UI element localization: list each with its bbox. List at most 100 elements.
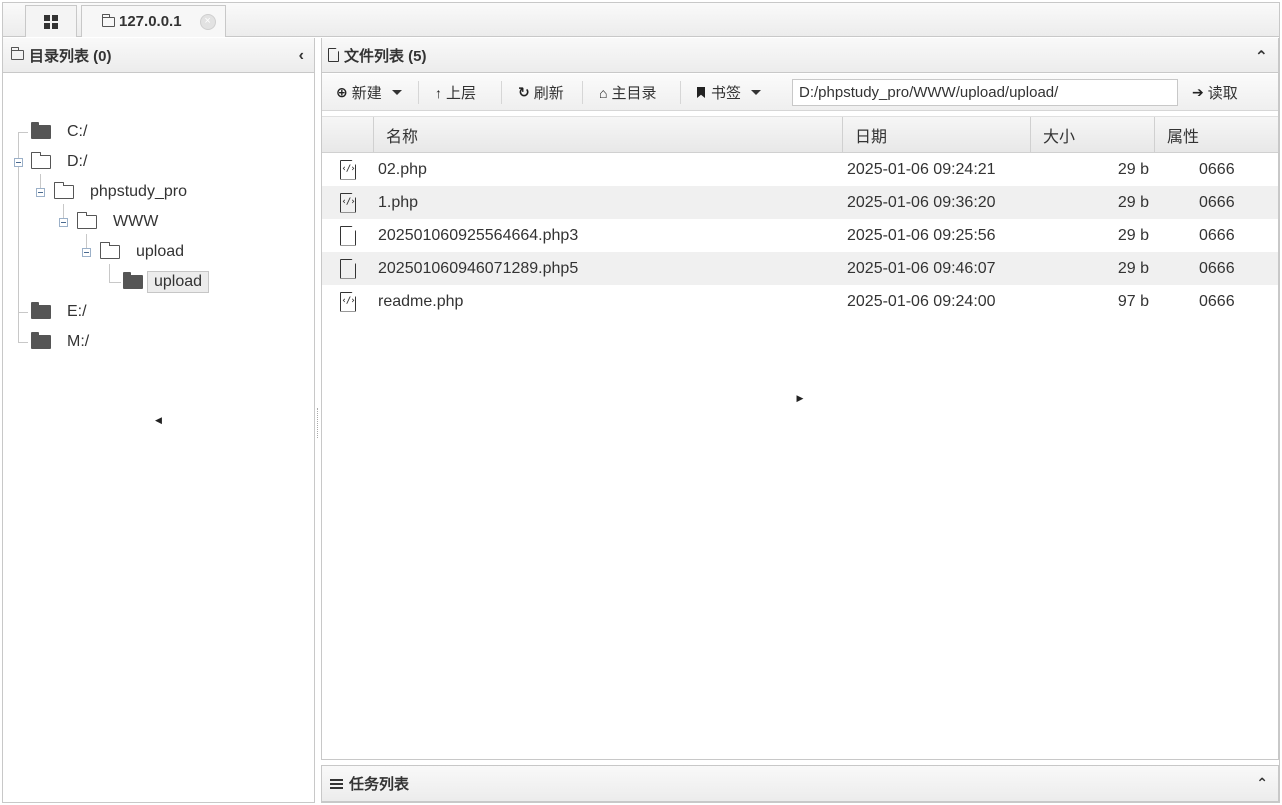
collapse-file-panel-button[interactable]: ⌃ (1255, 47, 1268, 67)
collapse-left-button[interactable]: ‹ (299, 47, 304, 65)
folder-open-icon (100, 242, 120, 259)
column-attributes[interactable]: 属性 (1155, 117, 1278, 153)
task-panel-title: 任务列表 (349, 776, 410, 793)
table-row[interactable]: readme.php 2025-01-06 09:24:00 97 b 0666 (322, 285, 1278, 318)
arrow-right-icon: ➔ (1192, 84, 1204, 100)
code-file-icon (340, 192, 356, 213)
table-row[interactable]: 02.php 2025-01-06 09:24:21 29 b 0666 (322, 153, 1278, 186)
folder-open-icon (77, 212, 97, 229)
file-toolbar: ⊕ 新建 ↑ 上层 ↻ 刷新 ⌂ 主目录 书签 D:/phpstudy_pro/… (322, 74, 1278, 111)
column-icon (322, 117, 374, 153)
tree-item-d[interactable]: D:/ (31, 147, 93, 177)
tab-host[interactable]: 127.0.0.1 × (81, 5, 226, 37)
tree-toggle-phpstudy[interactable] (36, 188, 45, 197)
file-perm: 0666 (1199, 226, 1235, 244)
expand-task-panel-button[interactable]: ⌃ (1256, 775, 1268, 792)
refresh-button[interactable]: ↻ 刷新 (518, 74, 564, 111)
tree-toggle-d[interactable] (14, 158, 23, 167)
read-button[interactable]: ➔ 读取 (1192, 74, 1238, 111)
file-perm: 0666 (1199, 160, 1235, 178)
bookmark-button-label: 书签 (711, 85, 742, 102)
chevron-down-icon (391, 90, 402, 95)
tab-home[interactable] (25, 5, 77, 37)
file-name: 1.php (378, 193, 419, 211)
chevron-down-icon (751, 90, 762, 95)
column-name[interactable]: 名称 (374, 117, 843, 153)
file-table: 名称 日期 大小 属性 02.php 2025-01-06 09:24:21 2… (322, 116, 1278, 318)
folder-open-icon (54, 182, 74, 199)
tree-item-www[interactable]: WWW (77, 207, 164, 237)
file-size: 29 b (1117, 160, 1149, 178)
folder-icon (123, 272, 143, 289)
path-input[interactable] (792, 79, 1178, 106)
folder-icon (31, 122, 51, 139)
tab-host-label: 127.0.0.1 (119, 13, 182, 30)
tree-item-label: WWW (113, 213, 159, 230)
refresh-button-label: 刷新 (533, 85, 564, 102)
bookmark-button[interactable]: 书签 (697, 74, 762, 111)
file-icon (340, 258, 356, 279)
home-dir-button-label: 主目录 (611, 85, 657, 102)
new-button-label: 新建 (351, 85, 382, 102)
folder-icon (102, 13, 115, 27)
file-table-header: 名称 日期 大小 属性 (322, 116, 1278, 153)
file-name: 02.php (378, 160, 427, 178)
tree-item-label-selected: upload (147, 271, 210, 293)
file-date: 2025-01-06 09:36:20 (847, 193, 996, 211)
file-perm: 0666 (1199, 259, 1235, 277)
file-icon (328, 48, 339, 62)
new-button[interactable]: ⊕ 新建 (336, 74, 402, 111)
home-dir-button[interactable]: ⌂ 主目录 (599, 74, 656, 111)
tab-bar: ◀ 127.0.0.1 × ▶ (3, 3, 1279, 803)
folder-open-icon (31, 152, 51, 169)
task-panel-header[interactable]: 任务列表 ⌃ (321, 765, 1279, 802)
tree-item-m[interactable]: M:/ (31, 327, 95, 357)
file-date: 2025-01-06 09:25:56 (847, 226, 996, 244)
directory-panel-header: 目录列表 (0) ‹ (3, 38, 314, 73)
plus-circle-icon: ⊕ (336, 84, 348, 100)
tree-toggle-www[interactable] (59, 218, 68, 227)
file-date: 2025-01-06 09:24:21 (847, 160, 996, 178)
directory-panel-title: 目录列表 (0) (29, 47, 112, 65)
table-row[interactable]: 1.php 2025-01-06 09:36:20 29 b 0666 (322, 186, 1278, 219)
tree-item-c[interactable]: C:/ (31, 117, 93, 147)
close-icon[interactable]: × (199, 13, 216, 30)
folder-icon (31, 332, 51, 349)
bookmark-icon (697, 87, 705, 98)
file-panel-header: 文件列表 (5) ⌃ (322, 38, 1278, 73)
folder-icon (11, 47, 24, 60)
tree-toggle-upload[interactable] (82, 248, 91, 257)
tree-item-label: D:/ (67, 153, 88, 170)
file-name: 202501060946071289.php5 (378, 259, 579, 277)
column-date[interactable]: 日期 (843, 117, 1031, 153)
up-button[interactable]: ↑ 上层 (435, 74, 476, 111)
file-name: 202501060925564664.php3 (378, 226, 579, 244)
file-size: 29 b (1117, 259, 1149, 277)
arrow-up-icon: ↑ (435, 84, 442, 101)
tree-item-phpstudy[interactable]: phpstudy_pro (54, 177, 193, 207)
file-size: 97 b (1117, 292, 1149, 310)
file-perm: 0666 (1199, 193, 1235, 211)
folder-icon (31, 302, 51, 319)
tree-item-upload[interactable]: upload (100, 237, 190, 267)
tree-item-e[interactable]: E:/ (31, 297, 93, 327)
file-size: 29 b (1117, 193, 1149, 211)
file-date: 2025-01-06 09:24:00 (847, 292, 996, 310)
app-window: ◀ 127.0.0.1 × ▶ 目录列表 (0) ‹ C:/ D:/ phpst… (2, 2, 1280, 803)
tree-item-upload-selected[interactable]: upload (123, 267, 210, 297)
file-date: 2025-01-06 09:46:07 (847, 259, 996, 277)
file-panel-title: 文件列表 (5) (344, 47, 427, 65)
file-name: readme.php (378, 292, 464, 310)
code-file-icon (340, 159, 356, 180)
read-button-label: 读取 (1207, 85, 1238, 102)
table-row[interactable]: 202501060925564664.php3 2025-01-06 09:25… (322, 219, 1278, 252)
tree-item-label: M:/ (67, 333, 90, 350)
directory-tree: C:/ D:/ phpstudy_pro WWW upload upload E… (3, 74, 314, 802)
file-size: 29 b (1117, 226, 1149, 244)
file-perm: 0666 (1199, 292, 1235, 310)
tree-item-label: E:/ (67, 303, 87, 320)
up-button-label: 上层 (446, 85, 477, 102)
table-row[interactable]: 202501060946071289.php5 2025-01-06 09:46… (322, 252, 1278, 285)
tree-item-label: upload (136, 243, 185, 260)
column-size[interactable]: 大小 (1031, 117, 1155, 153)
